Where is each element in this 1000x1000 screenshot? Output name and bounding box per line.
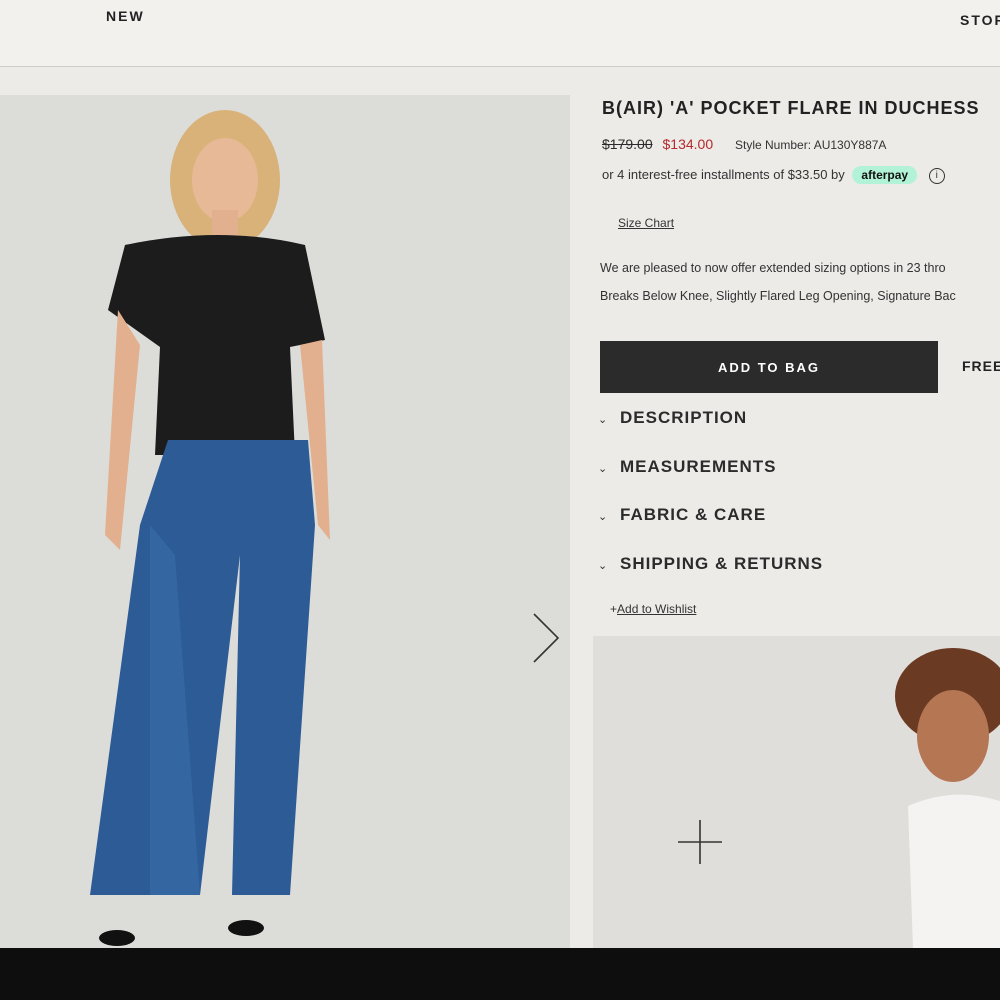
accordion-fabric-care[interactable]: ⌄ FABRIC & CARE (598, 505, 766, 535)
plus-prefix: + (610, 602, 618, 616)
product-main-image[interactable] (0, 95, 570, 948)
monitor-bezel (0, 948, 1000, 1000)
chevron-down-icon: ⌄ (598, 560, 608, 572)
next-image-arrow[interactable] (528, 610, 564, 666)
nav-link-stores[interactable]: STOR (960, 12, 1000, 28)
accordion-description[interactable]: ⌄ DESCRIPTION (598, 408, 747, 438)
chevron-down-icon: ⌄ (598, 463, 608, 475)
size-chart-link[interactable]: Size Chart (618, 216, 674, 230)
sizing-note-line-2: Breaks Below Knee, Slightly Flared Leg O… (600, 289, 956, 303)
accordion-measurements[interactable]: ⌄ MEASUREMENTS (598, 457, 777, 487)
add-to-wishlist-link[interactable]: +Add to Wishlist (610, 602, 696, 616)
afterpay-badge[interactable]: afterpay (852, 166, 918, 184)
nav-link-new[interactable]: NEW (106, 8, 145, 24)
info-icon[interactable]: i (928, 167, 945, 184)
installment-text: or 4 interest-free installments of $33.5… (602, 167, 845, 182)
model-photo-2 (593, 636, 1000, 948)
sizing-note-line-1: We are pleased to now offer extended siz… (600, 261, 946, 275)
top-nav-bar: NEW STOR (0, 0, 1000, 67)
free-shipping-label: FREE (962, 358, 1000, 374)
plus-icon[interactable] (678, 820, 722, 864)
style-number: Style Number: AU130Y887A (735, 138, 887, 152)
product-title: B(AIR) 'A' POCKET FLARE IN DUCHESS (602, 98, 980, 118)
add-to-bag-button[interactable]: ADD TO BAG (600, 341, 938, 393)
product-info-panel: B(AIR) 'A' POCKET FLARE IN DUCHESS $179.… (572, 66, 1000, 636)
price-row: $179.00 $134.00 Style Number: AU130Y887A (602, 136, 886, 152)
afterpay-row: or 4 interest-free installments of $33.5… (602, 166, 945, 184)
chevron-down-icon: ⌄ (598, 414, 608, 426)
original-price: $179.00 (602, 136, 653, 152)
model-photo (0, 95, 570, 948)
wishlist-label: Add to Wishlist (617, 602, 697, 616)
secondary-product-image[interactable] (593, 636, 1000, 948)
accordion-shipping-returns[interactable]: ⌄ SHIPPING & RETURNS (598, 554, 823, 584)
chevron-down-icon: ⌄ (598, 511, 608, 523)
sale-price: $134.00 (662, 136, 714, 152)
